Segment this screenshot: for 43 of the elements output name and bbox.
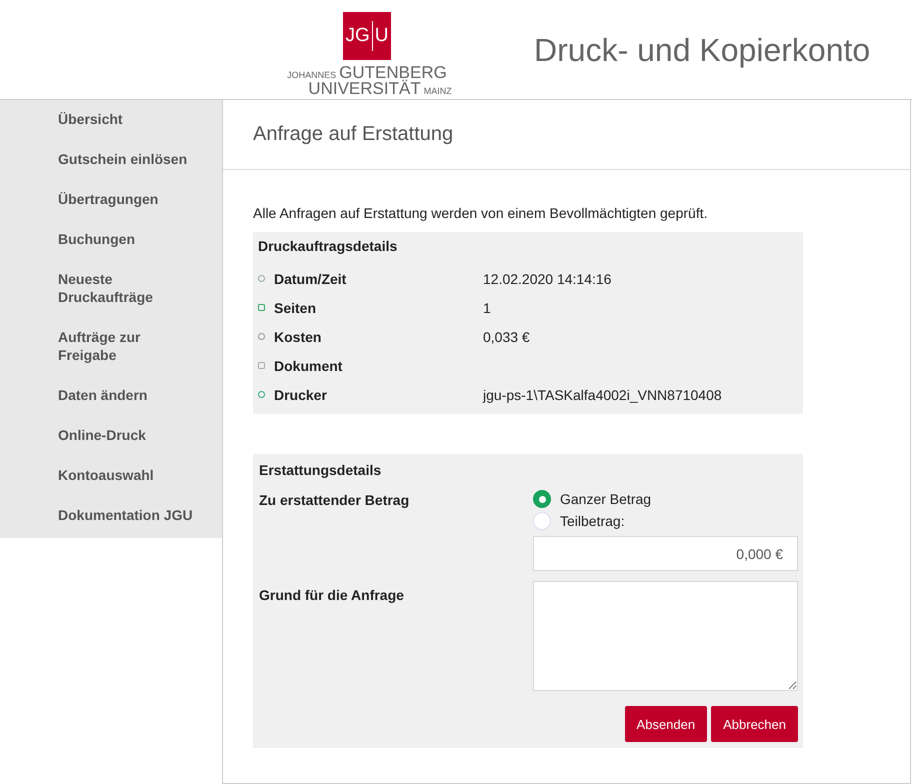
- detail-label: Datum/Zeit: [274, 270, 348, 286]
- row-icon: [258, 333, 265, 340]
- radio-label: Teilbetrag:: [560, 513, 625, 529]
- amount-field[interactable]: 0,000 €: [533, 536, 798, 571]
- radio-button[interactable]: [533, 490, 551, 508]
- form-button[interactable]: Abbrechen: [711, 706, 798, 742]
- sidebar-item[interactable]: Online-Druck: [0, 426, 222, 444]
- detail-label: Drucker: [274, 386, 328, 402]
- page-title: Anfrage auf Erstattung: [223, 100, 910, 170]
- sidebar-item[interactable]: Neueste Druckaufträge: [0, 270, 222, 306]
- panel-heading: Erstattungsdetails: [259, 462, 382, 478]
- site-title: Druck- und Kopierkonto: [534, 32, 870, 69]
- sidebar-item[interactable]: Buchungen: [0, 230, 222, 248]
- sidebar-item[interactable]: Dokumentation JGU: [0, 506, 222, 524]
- detail-value: 0,033 €: [483, 328, 530, 344]
- sidebar-item[interactable]: Gutschein einlösen: [0, 150, 222, 168]
- detail-label: Kosten: [274, 328, 322, 344]
- reason-field[interactable]: [533, 581, 798, 691]
- field-label: Grund für die Anfrage: [259, 586, 405, 605]
- sidebar-item[interactable]: Kontoauswahl: [0, 466, 222, 484]
- intro-text: Alle Anfragen auf Erstattung werden von einem Bevollmächtigten geprüft.: [253, 205, 708, 221]
- form-button[interactable]: Absenden: [624, 706, 708, 742]
- detail-value: 12.02.2020 14:14:16: [483, 270, 612, 286]
- logo-text: MAINZ: [424, 85, 452, 98]
- logo-text: GUTENBERG: [339, 66, 447, 80]
- row-icon: [258, 362, 265, 369]
- logo-text: JOHANNES: [287, 69, 336, 80]
- row-icon: [258, 391, 265, 398]
- sidebar-item[interactable]: Daten ändern: [0, 386, 222, 404]
- sidebar-item[interactable]: Übersicht: [0, 110, 222, 128]
- detail-value: jgu-ps-1\TASKalfa4002i_VNN8710408: [483, 386, 722, 402]
- logo-text: UNIVERSITÄT: [308, 82, 421, 96]
- sidebar-item[interactable]: Übertragungen: [0, 190, 222, 208]
- row-icon: [258, 304, 265, 311]
- detail-value: 1: [483, 300, 491, 316]
- radio-label: Ganzer Betrag: [560, 491, 652, 507]
- panel-heading: Druckauftragsdetails: [258, 238, 398, 254]
- detail-label: Dokument: [274, 358, 344, 374]
- sidebar-item[interactable]: Aufträge zur Freigabe: [0, 328, 222, 364]
- field-label: Zu erstattender Betrag: [259, 491, 410, 510]
- logo-mark: JG U: [343, 12, 391, 60]
- row-icon: [258, 275, 265, 282]
- detail-label: Seiten: [274, 300, 318, 316]
